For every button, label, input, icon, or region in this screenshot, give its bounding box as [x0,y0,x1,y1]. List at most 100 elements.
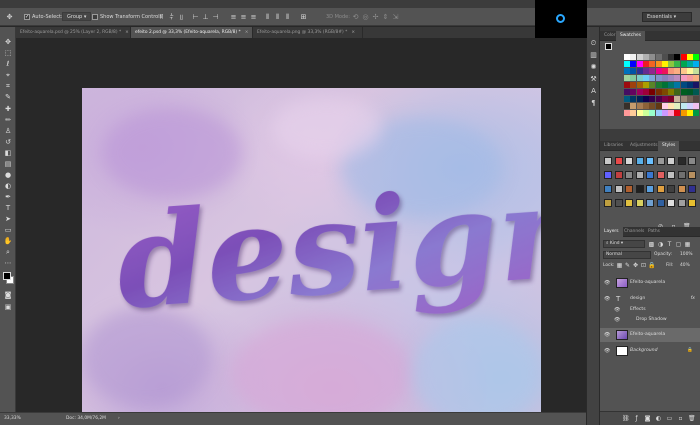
swatch-cell[interactable] [624,68,630,74]
swatch-cell[interactable] [680,54,687,60]
layer-filter-kind[interactable]: ⌕ Kind ▾ [603,240,645,248]
style-preset[interactable] [625,185,633,193]
swatch-cell[interactable] [687,61,693,67]
swatch-cell[interactable] [649,82,656,88]
marquee-tool-icon[interactable]: ⬚ [3,49,13,57]
fg-swatch[interactable] [605,43,612,50]
distribute-top-icon[interactable]: ≡ [230,13,237,21]
swatch-cell[interactable] [655,61,662,67]
add-style-icon[interactable]: ƒ [633,415,640,422]
align-left-icon[interactable]: ⊢ [192,13,199,21]
properties-icon[interactable]: ▥ [589,51,598,59]
swatch-cell[interactable] [636,89,643,95]
swatch-cell[interactable] [630,68,637,74]
tab-libraries[interactable]: Libraries [600,141,627,151]
lock-transparency-icon[interactable]: ▦ [616,262,623,269]
swatch-cell[interactable] [630,110,637,116]
lock-position-icon[interactable]: ✥ [632,262,639,269]
swatch-cell[interactable] [642,82,649,88]
swatch-cell[interactable] [680,75,687,81]
brush-tool-icon[interactable]: ✏ [3,116,13,124]
align-hcenter-icon[interactable]: ⊥ [202,13,209,21]
auto-select-checkbox[interactable]: Auto-Select: [24,12,63,22]
swatch-cell[interactable] [655,103,662,109]
swatch-cell[interactable] [674,54,681,60]
swatch-cell[interactable] [687,68,693,74]
clone-stamp-tool-icon[interactable]: ♙ [3,127,13,135]
style-preset[interactable] [667,157,675,165]
fx-icon[interactable]: fx [691,293,695,305]
swatch-cell[interactable] [649,75,656,81]
swatch-cell[interactable] [655,96,662,102]
swatch-cell[interactable] [630,103,637,109]
eyedropper-tool-icon[interactable]: ✎ [3,93,13,101]
healing-tool-icon[interactable]: ✚ [3,105,13,113]
swatch-cell[interactable] [687,75,693,81]
swatch-cell[interactable] [661,82,668,88]
style-preset[interactable] [677,185,686,193]
tab-efeito-aquarela-psd[interactable]: Efeito-aquarela.psd @ 25% (Layer 2, RGB/… [16,27,131,38]
swatch-cell[interactable] [642,61,649,67]
swatch-cell[interactable] [624,96,630,102]
3d-drag-icon[interactable]: ✢ [372,13,379,21]
style-preset[interactable] [646,199,654,207]
distribute-bottom-icon[interactable]: ≡ [250,13,257,21]
auto-select-dropdown[interactable]: Group ▾ [62,12,92,21]
screen-mode-icon[interactable]: ▣ [3,303,13,311]
3d-slide-icon[interactable]: ⇕ [382,13,389,21]
swatch-cell[interactable] [661,96,668,102]
style-preset[interactable] [667,199,675,207]
style-preset[interactable] [646,157,654,165]
paragraph-icon[interactable]: ¶ [589,99,598,107]
swatch-cell[interactable] [655,110,662,116]
foreground-color-swatch[interactable] [3,272,11,280]
tab-efeito-aquarela-png[interactable]: Efeito-aquarela.png @ 33,3% (RGB/8#) * × [253,27,363,38]
style-preset[interactable] [614,171,623,179]
layer-row-selected[interactable]: 👁 Efeito-aquarela [600,328,700,342]
swatch-cell[interactable] [680,89,687,95]
swatch-cell[interactable] [668,54,675,60]
close-icon[interactable]: × [351,30,355,35]
swatch-cell[interactable] [680,110,687,116]
more-tools-icon[interactable]: ⋯ [3,259,13,267]
swatch-cell[interactable] [668,75,675,81]
swatch-cell[interactable] [636,61,643,67]
swatch-cell[interactable] [674,61,681,67]
swatch-cell[interactable] [674,89,681,95]
effects-row[interactable]: 👁 Effects [600,305,700,315]
swatch-cell[interactable] [642,89,649,95]
swatch-cell[interactable] [649,68,656,74]
blur-tool-icon[interactable]: ● [3,171,13,179]
visibility-eye-icon[interactable]: 👁 [604,293,610,305]
style-preset[interactable] [677,171,686,179]
3d-roll-icon[interactable]: ◎ [362,13,369,21]
tab-efeito-2-psd[interactable]: efeito 2.psd @ 33,3% (Efeito-aquarela, R… [131,27,253,38]
swatch-cell[interactable] [636,96,643,102]
eraser-tool-icon[interactable]: ◧ [3,149,13,157]
distribute-left-icon[interactable]: ⦀ [264,13,271,21]
swatch-cell[interactable] [687,89,693,95]
swatch-cell[interactable] [687,103,693,109]
effect-row[interactable]: 👁 Drop Shadow [600,315,700,325]
swatch-cell[interactable] [693,61,700,67]
align-vcenter-icon[interactable]: ⫩ [168,13,175,21]
type-tool-icon[interactable]: T [3,204,13,212]
style-preset[interactable] [604,171,612,179]
add-mask-icon[interactable]: ◙ [644,415,651,422]
swatch-cell[interactable] [624,110,630,116]
swatch-cell[interactable] [674,68,681,74]
align-right-icon[interactable]: ⊣ [212,13,219,21]
swatch-cell[interactable] [624,82,630,88]
tab-paths[interactable]: Paths [644,227,664,237]
history-brush-tool-icon[interactable]: ↺ [3,138,13,146]
lock-all-icon[interactable]: 🔒 [648,262,655,269]
fill-value[interactable]: 40% [680,262,690,270]
style-preset[interactable] [604,185,612,193]
close-icon[interactable]: × [125,30,129,35]
swatch-cell[interactable] [668,68,675,74]
gradient-tool-icon[interactable]: ▤ [3,160,13,168]
swatch-cell[interactable] [636,110,643,116]
swatch-cell[interactable] [630,96,637,102]
opacity-value[interactable]: 100% [680,251,693,259]
history-icon[interactable]: ⏲ [589,39,598,47]
